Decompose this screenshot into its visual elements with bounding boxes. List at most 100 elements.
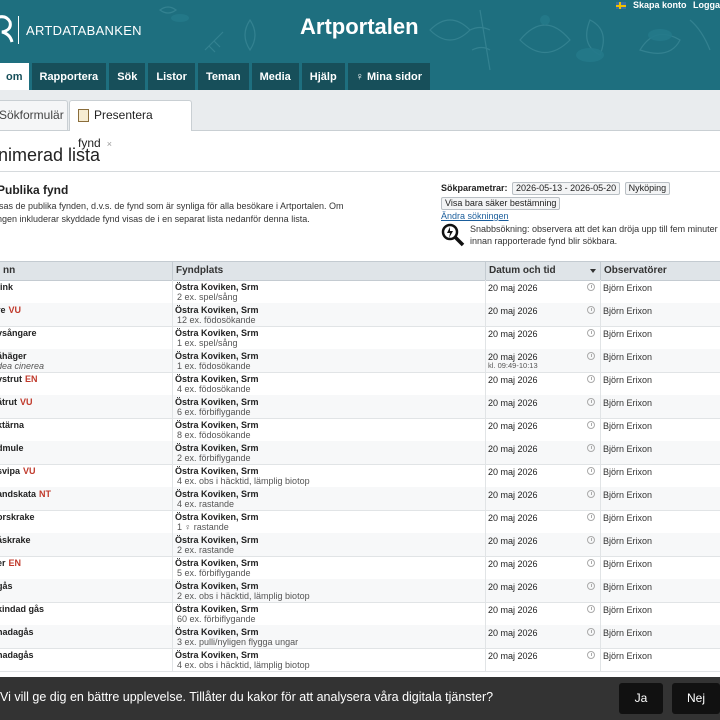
column-header-species[interactable]: nn [0,262,173,280]
site-name[interactable]: Östra Koviken, Srm [175,512,259,522]
species-name[interactable]: vsångare [0,328,37,338]
column-header-date[interactable]: Datum och tid [485,262,601,280]
observer-name[interactable]: Björn Erixon [603,306,652,316]
observer-name[interactable]: Björn Erixon [603,421,652,431]
table-row[interactable]: orskrake Östra Koviken, Srm 1 ♀ rastande 20… [0,510,720,534]
table-row[interactable]: nadagås Östra Koviken, Srm 4 ex. obs i häc… [0,648,720,672]
species-name[interactable]: svipaVU [0,466,36,476]
site-name[interactable]: Östra Koviken, Srm [175,282,259,292]
site-name[interactable]: Östra Koviken, Srm [175,558,259,568]
observer-name[interactable]: Björn Erixon [603,444,652,454]
table-row[interactable]: reVU Östra Koviken, Srm12 ex. födosökande… [0,303,720,327]
observer-cell: Björn Erixon [600,303,720,326]
table-row[interactable]: erEN Östra Koviken, Srm5 ex. förbiflygand… [0,556,720,580]
species-name[interactable]: orskrake [0,512,35,522]
nav-item-hjalp[interactable]: Hjälp [301,63,345,90]
table-row[interactable]: dmule Östra Koviken, Srm2 ex. förbiflygan… [0,441,720,465]
species-name[interactable]: vstrutEN [0,374,38,384]
species-name[interactable]: dmule [0,443,24,453]
nav-item-sok[interactable]: Sök [109,63,146,90]
table-row[interactable]: kindad gås Östra Koviken, Srm 60 ex. förbi… [0,602,720,626]
species-name[interactable]: nadagås [0,627,34,637]
table-row[interactable]: vstrutEN Östra Koviken, Srm4 ex. födosöka… [0,372,720,396]
site-name[interactable]: Östra Koviken, Srm [175,581,259,591]
site-name[interactable]: Östra Koviken, Srm [175,650,259,660]
species-name[interactable]: nadagås [0,650,34,660]
tab-sokformular[interactable]: Sökformulär [0,100,68,130]
artdatabanken-logo-text[interactable]: ARTDATABANKEN [26,23,142,38]
observer-name[interactable]: Björn Erixon [603,582,652,592]
change-search-link[interactable]: Ändra sökningen [441,211,509,221]
table-row[interactable]: nadagås Östra Koviken, Srm 3 ex. pulli/nyl… [0,625,720,649]
sort-desc-icon[interactable] [590,269,596,273]
table-row[interactable]: åskrake Östra Koviken, Srm 2 ex. rastande 2… [0,533,720,557]
site-name[interactable]: Östra Koviken, Srm [175,489,259,499]
observer-name[interactable]: Björn Erixon [603,398,652,408]
observer-name[interactable]: Björn Erixon [603,329,652,339]
close-tab-icon[interactable]: × [107,139,112,149]
site-name[interactable]: Östra Koviken, Srm [175,420,259,430]
table-row[interactable]: andskata NT Östra Koviken, Srm 4 ex. rastan… [0,487,720,511]
table-row[interactable]: ktärna Östra Koviken, Srm8 ex. födosökand… [0,418,720,442]
date-range-pill[interactable]: 2026-05-13 - 2026-05-20 [512,182,621,195]
column-header-site[interactable]: Fyndplats [172,262,486,280]
activity-text: 5 ex. förbiflygande [177,568,251,578]
site-name[interactable]: Östra Koviken, Srm [175,535,259,545]
location-pill[interactable]: Nyköping [624,182,671,195]
observer-name[interactable]: Björn Erixon [603,467,652,477]
table-row[interactable]: gås Östra Koviken, Srm2 ex. obs i häcktid… [0,579,720,603]
species-name[interactable]: ktärna [0,420,24,430]
table-row[interactable]: svipaVU Östra Koviken, Srm4 ex. obs i häc… [0,464,720,488]
slu-logo-icon[interactable]: u [0,14,16,46]
date-text: 20 maj 2026 [488,444,538,454]
site-name[interactable]: Östra Koviken, Srm [175,351,259,361]
nav-item-rapportera[interactable]: Rapportera [31,63,107,90]
swedish-flag-icon[interactable] [616,2,627,10]
site-name[interactable]: Östra Koviken, Srm [175,443,259,453]
nav-item-mina-sidor[interactable]: ♀ Mina sidor [347,63,430,90]
observer-name[interactable]: Björn Erixon [603,605,652,615]
site-name[interactable]: Östra Koviken, Srm [175,466,259,476]
nav-item-home[interactable]: om [0,63,29,90]
species-name[interactable]: åhäger [0,351,27,361]
cookie-decline-button[interactable]: Nej [672,683,720,714]
site-title[interactable]: Artportalen [300,14,419,40]
site-name[interactable]: Östra Koviken, Srm [175,328,259,338]
table-row[interactable]: åtrutVU Östra Koviken, Srm6 ex. förbiflyg… [0,395,720,419]
species-name[interactable]: åtrutVU [0,397,33,407]
observer-name[interactable]: Björn Erixon [603,375,652,385]
column-header-observers[interactable]: Observatörer [600,262,720,280]
cookie-accept-button[interactable]: Ja [619,683,663,714]
site-name[interactable]: Östra Koviken, Srm [175,397,259,407]
create-account-link[interactable]: Skapa konto [633,0,687,10]
login-link[interactable]: Logga [693,0,720,10]
nav-item-teman[interactable]: Teman [197,63,249,90]
table-row[interactable]: vsångare Östra Koviken, Srm 1 ex. spel/sån… [0,326,720,350]
observer-name[interactable]: Björn Erixon [603,352,652,362]
nav-item-media[interactable]: Media [251,63,299,90]
site-name[interactable]: Östra Koviken, Srm [175,305,259,315]
species-name[interactable]: kindad gås [0,604,44,614]
observer-name[interactable]: Björn Erixon [603,490,652,500]
observer-name[interactable]: Björn Erixon [603,513,652,523]
observer-name[interactable]: Björn Erixon [603,283,652,293]
tab-presentera-fynd[interactable]: Presentera fynd × [69,100,192,150]
species-name[interactable]: reVU [0,305,21,315]
certain-determination-pill[interactable]: Visa bara säker bestämning [441,197,561,210]
species-name[interactable]: åskrake [0,535,31,545]
species-name[interactable]: fink [0,282,13,292]
table-row[interactable]: finkÖstra Koviken, Srm2 ex. spel/sång20 … [0,280,720,304]
species-name[interactable]: gås [0,581,13,591]
species-name[interactable]: erEN [0,558,21,568]
site-name[interactable]: Östra Koviken, Srm [175,627,259,637]
site-name[interactable]: Östra Koviken, Srm [175,604,259,614]
observer-name[interactable]: Björn Erixon [603,536,652,546]
observer-name[interactable]: Björn Erixon [603,651,652,661]
observer-name[interactable]: Björn Erixon [603,628,652,638]
observer-name[interactable]: Björn Erixon [603,559,652,569]
table-row[interactable]: åhägerdea cinereaÖstra Koviken, Srm1 ex.… [0,349,720,373]
species-name[interactable]: andskata NT [0,489,51,499]
observer-cell: Björn Erixon [600,579,720,602]
site-name[interactable]: Östra Koviken, Srm [175,374,259,384]
nav-item-listor[interactable]: Listor [148,63,195,90]
